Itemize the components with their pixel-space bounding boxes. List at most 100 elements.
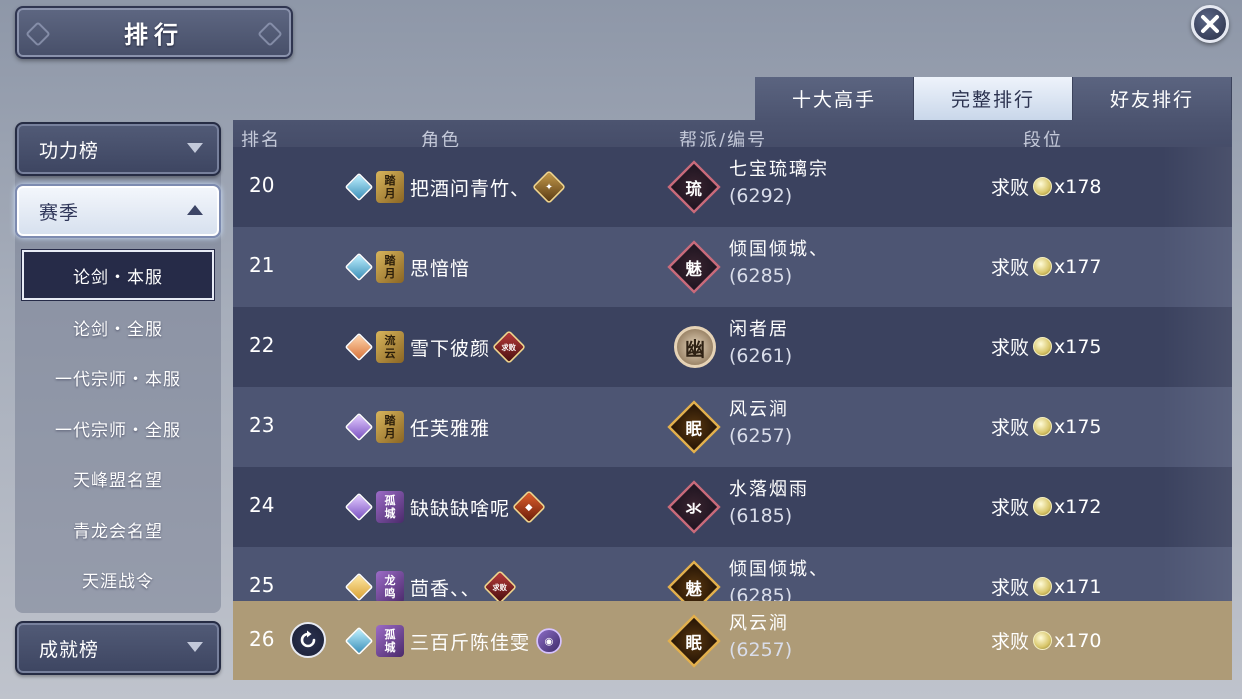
role-cell: 踏月 把酒问青竹、 ✦: [344, 169, 566, 205]
coin-icon: [1033, 497, 1053, 516]
sidebar-season-label: 赛季: [39, 201, 80, 224]
role-cell: 孤城 三百斤陈佳雯 ◉: [344, 623, 564, 659]
guild-id: (6257): [729, 425, 793, 447]
guild-id: (6285): [729, 265, 793, 287]
tab-friend-ranking[interactable]: 好友排行: [1073, 77, 1232, 120]
tier-cell: 求败 x170: [991, 629, 1102, 654]
ranking-table[interactable]: 排名 角色 帮派/编号 段位 20 踏月 把酒问青竹、 ✦ 琉 七宝琉璃宗 (6…: [233, 120, 1232, 680]
title-emblem-icon: ◉: [536, 628, 562, 654]
rank-number: 23: [249, 413, 275, 437]
tier-cell: 求败 x175: [991, 415, 1102, 440]
sidebar-power-board-label: 功力榜: [39, 139, 100, 162]
page-title: 排行: [124, 21, 184, 49]
class-gem-icon: [344, 332, 374, 362]
server-badge: 龙鸣: [376, 571, 404, 603]
guild-name: 倾国倾城、: [729, 239, 829, 260]
guild-emblem-icon: 氺: [667, 480, 721, 534]
role-cell: 踏月 思愔愔: [344, 249, 471, 285]
guild-name: 风云涧: [729, 399, 789, 420]
coin-icon: [1033, 631, 1053, 650]
player-name: 缺缺缺啥呢: [410, 497, 511, 520]
role-cell: 踏月 任芙雅雅: [344, 409, 491, 445]
guild-id: (6292): [729, 185, 793, 207]
table-row[interactable]: 21 踏月 思愔愔 魅 倾国倾城、 (6285) 求败 x177: [233, 227, 1232, 307]
ranking-tabs: 十大高手 完整排行 好友排行: [755, 77, 1232, 120]
player-name: 思愔愔: [410, 257, 471, 280]
ornament-left-icon: [25, 21, 51, 47]
tier-cell: 求败 x171: [991, 575, 1102, 600]
rank-number: 21: [249, 253, 275, 277]
coin-icon: [1033, 337, 1053, 356]
sidebar-power-board[interactable]: 功力榜: [15, 122, 221, 176]
title-emblem-icon: 求败: [492, 330, 526, 364]
coin-icon: [1033, 257, 1053, 276]
player-name: 雪下彼颜: [410, 337, 491, 360]
rank-number: 25: [249, 573, 275, 597]
guild-name: 风云涧: [729, 613, 789, 634]
class-gem-icon: [344, 412, 374, 442]
role-cell: 龙鸣 茴香、、 求败: [344, 569, 517, 605]
table-row[interactable]: 24 孤城 缺缺缺啥呢 ◆ 氺 水落烟雨 (6185) 求败 x172: [233, 467, 1232, 547]
guild-emblem-icon: 琉: [667, 160, 721, 214]
rank-number: 26: [249, 627, 275, 651]
rank-number: 20: [249, 173, 275, 197]
class-gem-icon: [344, 252, 374, 282]
page-title-plate: 排行: [15, 6, 293, 59]
sidebar-item-lunjian-all[interactable]: 论剑・全服: [22, 302, 214, 352]
role-cell: 孤城 缺缺缺啥呢 ◆: [344, 489, 546, 525]
guild-emblem-icon: 幽: [674, 326, 716, 368]
sidebar-achievement-board-label: 成就榜: [39, 638, 100, 661]
my-rank-row[interactable]: 26 孤城 三百斤陈佳雯 ◉ 眠 风云涧 (6257) 求败 x170: [233, 601, 1232, 680]
chevron-up-icon: [187, 205, 203, 215]
chevron-down-icon: [187, 642, 203, 652]
tab-full-ranking[interactable]: 完整排行: [914, 77, 1073, 120]
table-row[interactable]: 23 踏月 任芙雅雅 眠 风云涧 (6257) 求败 x175: [233, 387, 1232, 467]
tab-top-ten[interactable]: 十大高手: [755, 77, 914, 120]
sidebar-item-tianfeng[interactable]: 天峰盟名望: [22, 453, 214, 503]
class-gem-icon: [344, 626, 374, 656]
close-icon: [1201, 15, 1219, 33]
close-button[interactable]: [1191, 5, 1229, 43]
sidebar-item-master-local[interactable]: 一代宗师・本服: [22, 352, 214, 402]
sidebar-item-lunjian-local[interactable]: 论剑・本服: [22, 250, 214, 300]
chevron-down-icon: [187, 143, 203, 153]
title-emblem-icon: 求败: [482, 570, 517, 604]
guild-id: (6257): [729, 639, 793, 661]
guild-name: 水落烟雨: [729, 479, 809, 500]
player-name: 任芙雅雅: [410, 417, 491, 440]
table-row[interactable]: 22 流云 雪下彼颜 求败 幽 闲者居 (6261) 求败 x175: [233, 307, 1232, 387]
tier-cell: 求败 x177: [991, 255, 1102, 280]
rank-number: 24: [249, 493, 275, 517]
rank-number: 22: [249, 333, 275, 357]
tier-cell: 求败 x172: [991, 495, 1102, 520]
guild-id: (6185): [729, 505, 793, 527]
table-row[interactable]: 20 踏月 把酒问青竹、 ✦ 琉 七宝琉璃宗 (6292) 求败 x178: [233, 147, 1232, 227]
class-gem-icon: [344, 172, 374, 202]
tier-cell: 求败 x178: [991, 175, 1102, 200]
sidebar-item-tianya[interactable]: 天涯战令: [22, 554, 214, 604]
sidebar-season[interactable]: 赛季: [15, 184, 221, 238]
coin-icon: [1033, 417, 1053, 436]
sidebar-item-master-all[interactable]: 一代宗师・全服: [22, 403, 214, 453]
tier-cell: 求败 x175: [991, 335, 1102, 360]
player-name: 三百斤陈佳雯: [410, 631, 531, 654]
guild-id: (6261): [729, 345, 793, 367]
server-badge: 孤城: [376, 625, 404, 657]
guild-emblem-icon: 眠: [667, 614, 721, 668]
server-badge: 踏月: [376, 251, 404, 283]
server-badge: 孤城: [376, 491, 404, 523]
guild-emblem-icon: 魅: [667, 240, 721, 294]
guild-name: 倾国倾城、: [729, 559, 829, 580]
coin-icon: [1033, 177, 1053, 196]
coin-icon: [1033, 577, 1053, 596]
sidebar-item-qinglong[interactable]: 青龙会名望: [22, 504, 214, 554]
sidebar-achievement-board[interactable]: 成就榜: [15, 621, 221, 675]
refresh-icon[interactable]: [290, 622, 326, 658]
player-name: 把酒问青竹、: [410, 177, 531, 200]
class-gem-icon: [344, 492, 374, 522]
ornament-right-icon: [257, 21, 283, 47]
server-badge: 踏月: [376, 171, 404, 203]
guild-name: 闲者居: [729, 319, 789, 340]
guild-name: 七宝琉璃宗: [729, 159, 829, 180]
role-cell: 流云 雪下彼颜 求败: [344, 329, 526, 365]
